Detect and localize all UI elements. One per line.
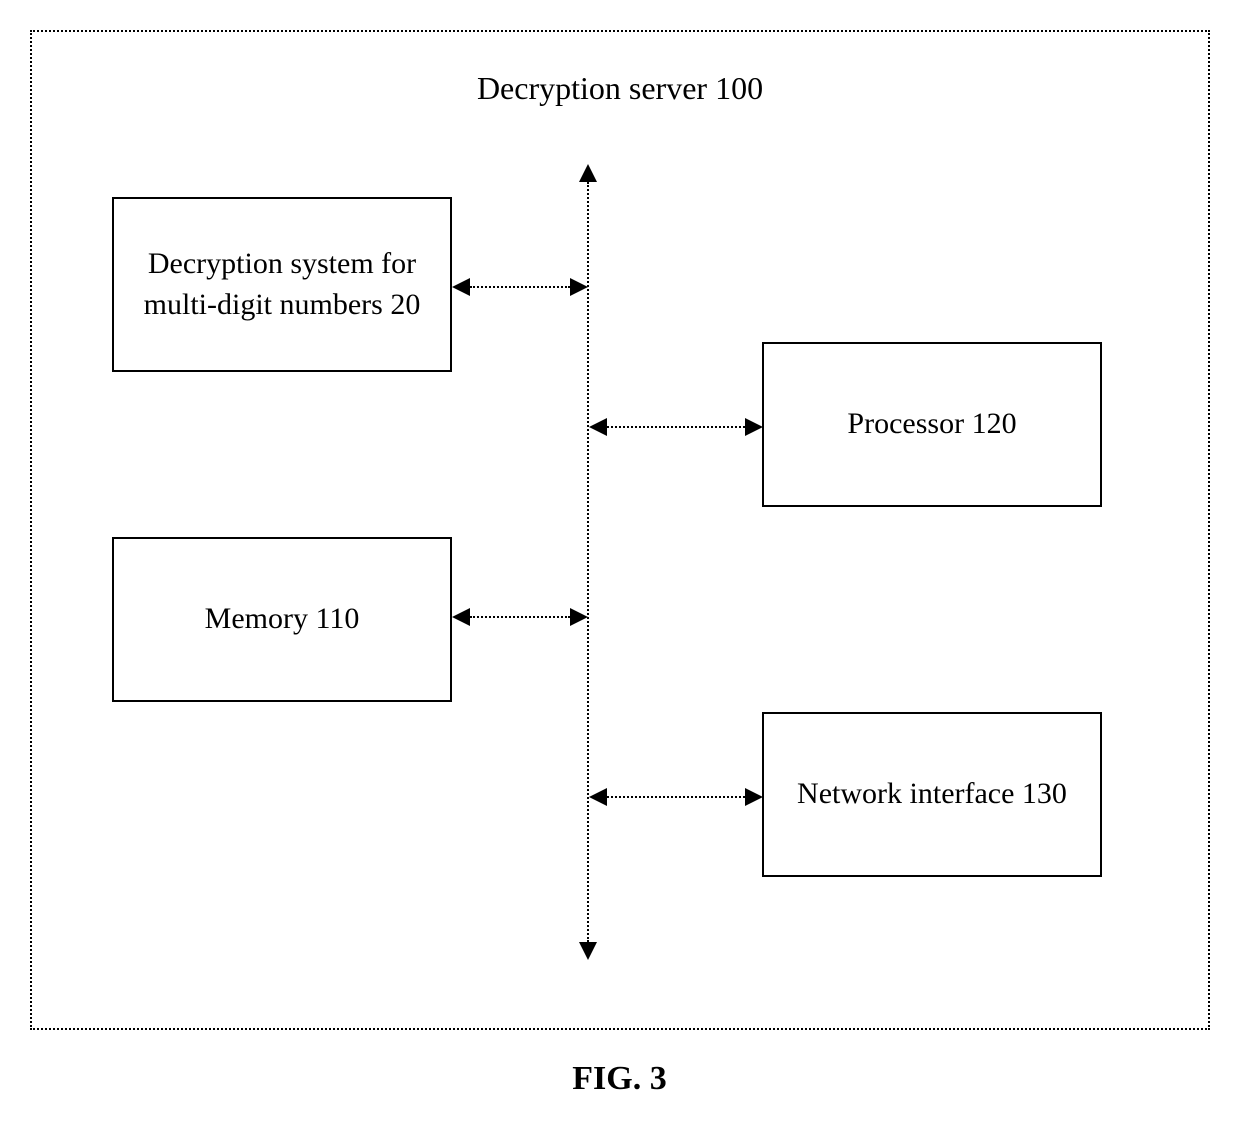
box-network-interface-label: Network interface 130 [797, 774, 1067, 815]
diagram-title: Decryption server 100 [32, 70, 1208, 107]
arrow-left-icon [589, 788, 607, 806]
box-decryption-system: Decryption system for multi-digit number… [112, 197, 452, 372]
connector-decryption [470, 286, 570, 288]
connector-processor [607, 426, 745, 428]
figure-label: FIG. 3 [0, 1060, 1239, 1098]
box-processor-label: Processor 120 [847, 404, 1016, 445]
connector-memory [470, 616, 570, 618]
arrow-left-icon [452, 608, 470, 626]
diagram-container: Decryption server 100 Decryption system … [30, 30, 1210, 1030]
arrow-down-icon [579, 942, 597, 960]
arrow-left-icon [589, 418, 607, 436]
connector-network [607, 796, 745, 798]
box-decryption-system-label: Decryption system for multi-digit number… [122, 244, 442, 325]
bus-line [587, 182, 589, 942]
box-memory: Memory 110 [112, 537, 452, 702]
arrow-up-icon [579, 164, 597, 182]
arrow-left-icon [452, 278, 470, 296]
arrow-right-icon [570, 278, 588, 296]
arrow-right-icon [570, 608, 588, 626]
arrow-right-icon [745, 788, 763, 806]
box-network-interface: Network interface 130 [762, 712, 1102, 877]
arrow-right-icon [745, 418, 763, 436]
box-memory-label: Memory 110 [205, 599, 360, 640]
box-processor: Processor 120 [762, 342, 1102, 507]
